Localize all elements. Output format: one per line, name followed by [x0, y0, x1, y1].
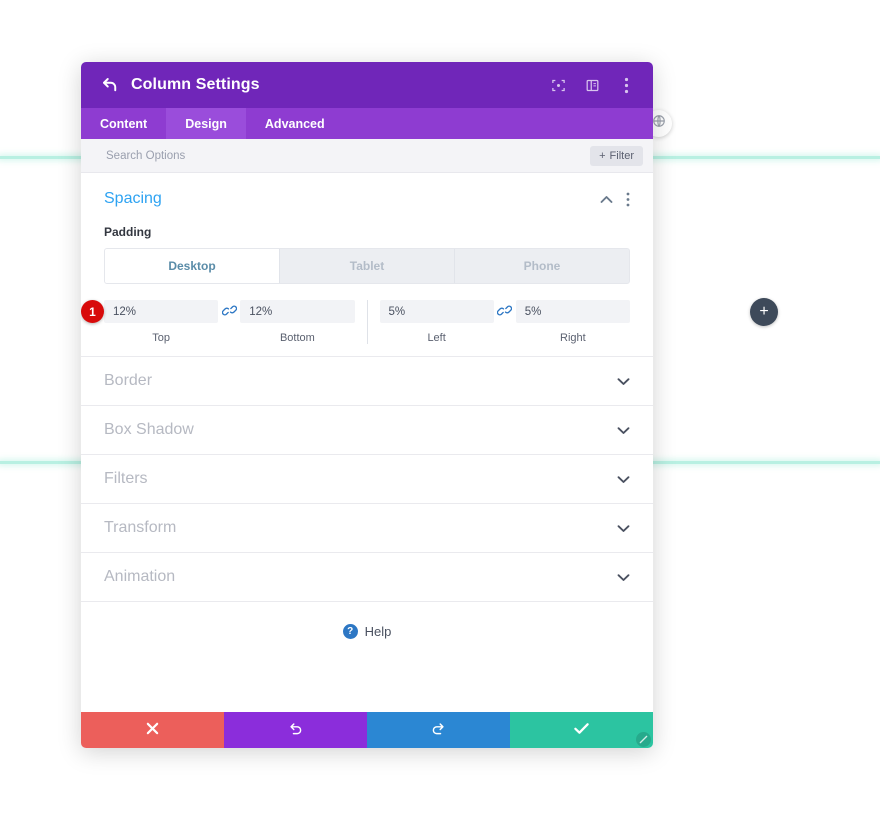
padding-right-field: Right	[515, 300, 630, 344]
section-spacing-icons	[600, 192, 630, 207]
padding-group-horizontal: Left Right	[366, 300, 630, 344]
chevron-down-icon	[617, 524, 630, 533]
undo-button[interactable]	[224, 712, 367, 748]
padding-left-input[interactable]	[379, 300, 494, 323]
save-button[interactable]	[510, 712, 653, 748]
section-border[interactable]: Border	[81, 357, 653, 406]
link-chain-icon[interactable]	[218, 300, 240, 317]
section-spacing-title: Spacing	[104, 190, 162, 207]
modal-tab-bar: Content Design Advanced	[81, 108, 653, 139]
redo-button[interactable]	[367, 712, 510, 748]
page-title: Column Settings	[131, 76, 260, 93]
section-filters[interactable]: Filters	[81, 455, 653, 504]
resize-handle[interactable]	[636, 732, 651, 747]
chevron-up-icon[interactable]	[600, 195, 613, 204]
help-question-icon: ?	[342, 623, 358, 639]
tab-content[interactable]: Content	[81, 108, 166, 139]
undo-icon	[288, 721, 303, 740]
section-border-title: Border	[104, 372, 153, 389]
section-spacing: Spacing Padding Desktop Tablet Phone 1 1…	[81, 173, 653, 357]
section-animation[interactable]: Animation	[81, 553, 653, 602]
link-chain-icon[interactable]	[494, 300, 516, 317]
padding-right-caption: Right	[560, 332, 586, 344]
section-spacing-header[interactable]: Spacing	[104, 173, 630, 225]
chevron-down-icon	[617, 573, 630, 582]
back-arrow-icon[interactable]	[101, 76, 119, 94]
padding-bottom-caption: Bottom	[279, 332, 315, 344]
section-filters-title: Filters	[104, 470, 148, 487]
column-settings-modal: Column Settings Content Design Advanced …	[81, 62, 653, 748]
section-box-shadow[interactable]: Box Shadow	[81, 406, 653, 455]
padding-top-input[interactable]	[104, 300, 219, 323]
section-transform-title: Transform	[104, 519, 177, 536]
globe-icon	[652, 114, 666, 133]
modal-header: Column Settings	[81, 62, 653, 108]
chevron-down-icon	[617, 426, 630, 435]
search-input[interactable]	[104, 148, 591, 163]
padding-bottom-input[interactable]	[240, 300, 355, 323]
plus-icon: +	[599, 149, 606, 162]
focus-mode-icon[interactable]	[550, 77, 567, 94]
add-module-button[interactable]: +	[750, 298, 778, 326]
section-animation-title: Animation	[104, 568, 176, 585]
plus-icon: +	[759, 303, 769, 320]
device-tab-desktop[interactable]: Desktop	[105, 249, 280, 283]
help-label: Help	[364, 623, 392, 639]
close-x-icon	[146, 722, 159, 739]
step-badge-1: 1	[81, 300, 104, 323]
padding-top-caption: Top	[152, 332, 170, 344]
help-button[interactable]: ? Help	[81, 602, 653, 660]
padding-input-row: 1 Top Bottom	[81, 300, 653, 356]
filter-button[interactable]: + Filter	[590, 145, 643, 166]
filter-button-label: Filter	[609, 149, 634, 162]
padding-label: Padding	[104, 225, 152, 239]
layout-panel-icon[interactable]	[584, 77, 601, 94]
padding-left-field: Left	[379, 300, 494, 344]
chevron-down-icon	[617, 475, 630, 484]
section-transform[interactable]: Transform	[81, 504, 653, 553]
responsive-device-toggle: Desktop Tablet Phone	[104, 248, 630, 284]
modal-body[interactable]: Spacing Padding Desktop Tablet Phone 1 1…	[81, 173, 653, 712]
modal-footer	[81, 712, 653, 748]
chevron-down-icon	[617, 377, 630, 386]
more-vertical-icon[interactable]	[626, 192, 630, 207]
device-tab-phone[interactable]: Phone	[455, 249, 629, 283]
redo-icon	[431, 721, 446, 740]
cancel-button[interactable]	[81, 712, 224, 748]
checkmark-icon	[574, 722, 589, 739]
padding-group-vertical: Top Bottom	[104, 300, 355, 344]
section-box-shadow-title: Box Shadow	[104, 421, 194, 438]
tab-advanced[interactable]: Advanced	[246, 108, 344, 139]
device-tab-tablet[interactable]: Tablet	[280, 249, 455, 283]
tab-design[interactable]: Design	[166, 108, 246, 139]
search-filter-bar: + Filter	[81, 139, 653, 173]
more-vertical-icon[interactable]	[618, 77, 635, 94]
padding-left-caption: Left	[427, 332, 446, 344]
padding-right-input[interactable]	[515, 300, 630, 323]
padding-bottom-field: Bottom	[240, 300, 355, 344]
header-icon-group	[550, 77, 635, 94]
padding-top-field: Top	[104, 300, 219, 344]
